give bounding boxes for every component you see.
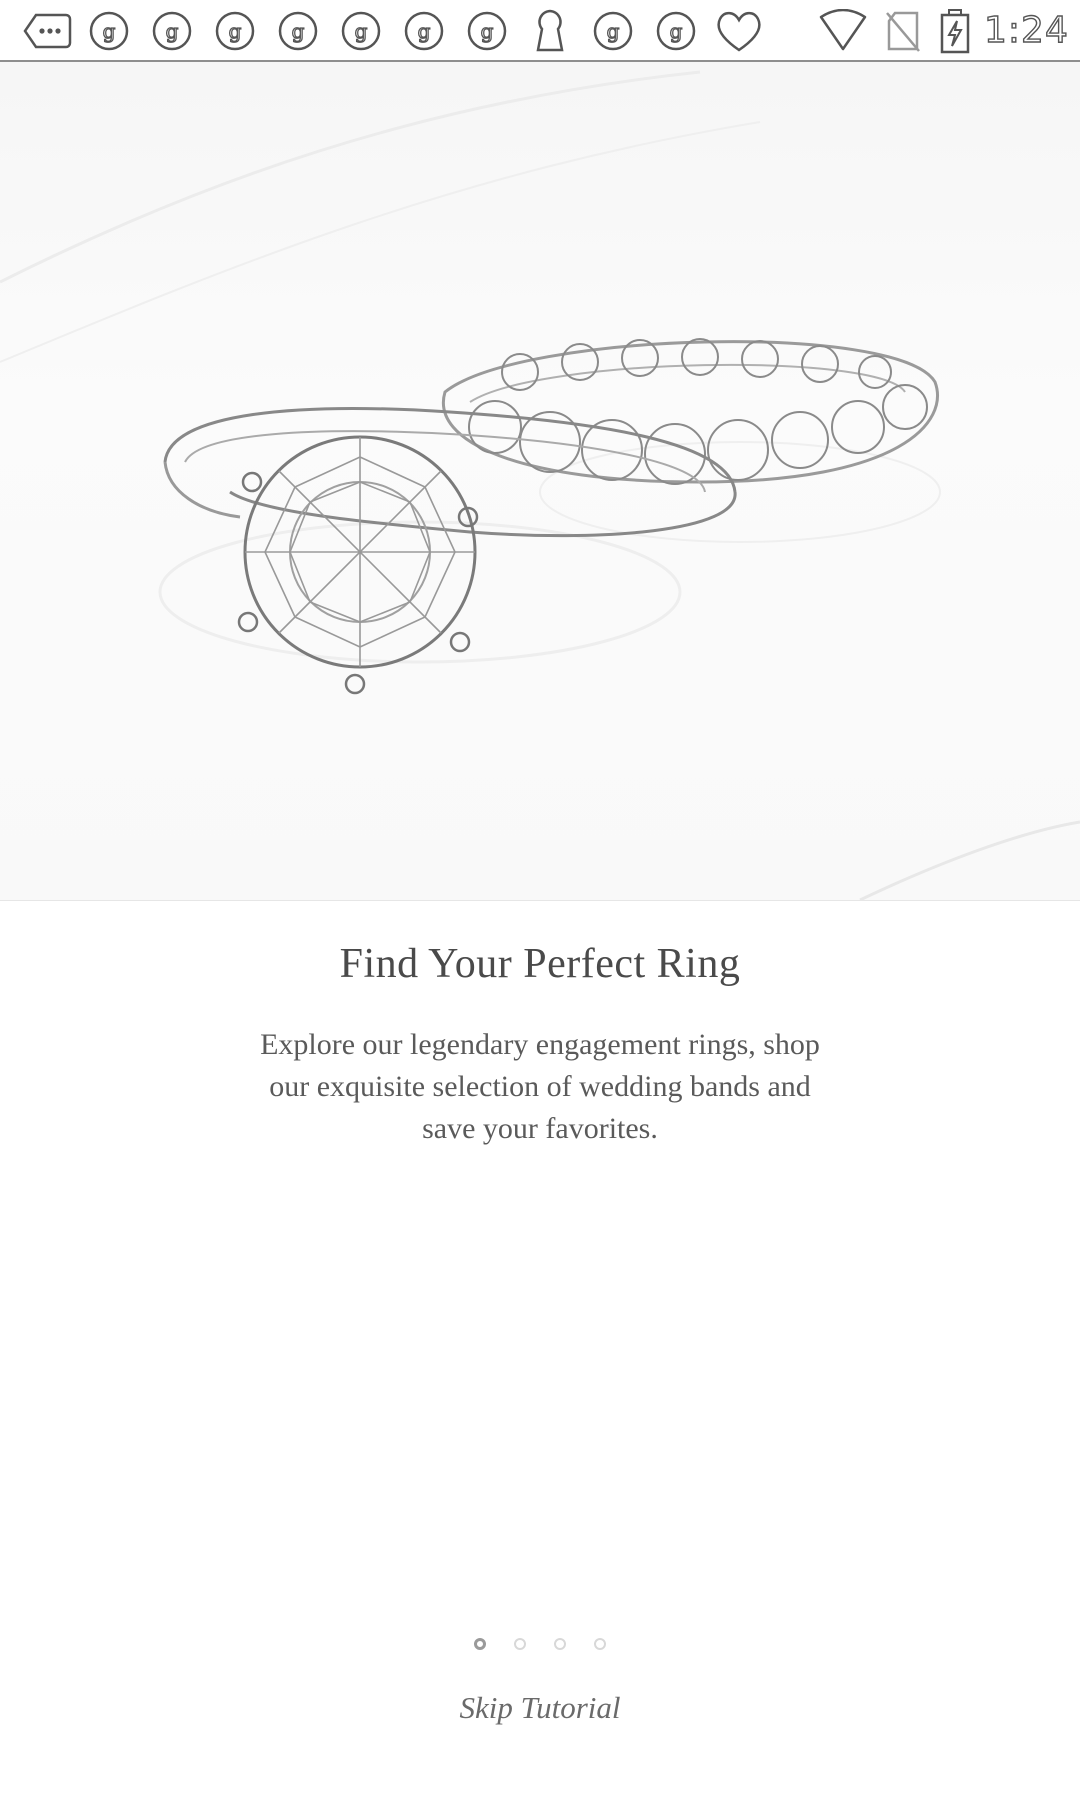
svg-text:g: g [607,19,620,43]
app-notification-icon: g [588,6,638,56]
page-dot-3[interactable] [554,1638,566,1650]
svg-text:g: g [166,19,179,43]
wifi-icon [818,6,868,56]
svg-text:g: g [418,19,431,43]
keyhole-icon [525,6,575,56]
svg-text:g: g [103,19,116,43]
svg-text:g: g [292,19,305,43]
no-sim-icon [878,6,928,56]
app-notification-icon: g [399,6,449,56]
app-notification-icon: g [273,6,323,56]
app-notification-icon: g [462,6,512,56]
svg-text:g: g [481,19,494,43]
wedding-band-illustration [442,338,939,485]
skip-tutorial-button[interactable]: Skip Tutorial [0,1690,1080,1726]
svg-text:g: g [670,19,683,43]
status-bar: g g g g g g g g g 1:24 [0,0,1080,62]
app-notification-icon: g [84,6,134,56]
svg-text:g: g [229,19,242,43]
app-notification-icon: g [651,6,701,56]
app-notification-icon: g [210,6,260,56]
page-dot-4[interactable] [594,1638,606,1650]
page-dot-1[interactable] [474,1638,486,1650]
heart-icon [714,6,764,56]
status-time: 1:24 [983,9,1069,51]
page-dot-2[interactable] [514,1638,526,1650]
hero-ring-image [0,62,1080,901]
page-description: Explore our legendary engagement rings, … [260,1028,820,1145]
battery-charging-icon [930,6,980,56]
page-indicator [0,1638,1080,1650]
app-notification-icon: g [147,6,197,56]
more-notifications-icon [20,6,74,56]
engagement-ring-illustration [163,407,737,695]
app-notification-icon: g [336,6,386,56]
svg-text:g: g [355,19,368,43]
onboarding-screen: g g g g g g g g g 1:24 Find Your Perfect… [0,0,1080,1794]
page-title: Find Your Perfect Ring [339,941,741,987]
onboarding-content: Find Your Perfect Ring Explore our legen… [0,900,1080,1150]
